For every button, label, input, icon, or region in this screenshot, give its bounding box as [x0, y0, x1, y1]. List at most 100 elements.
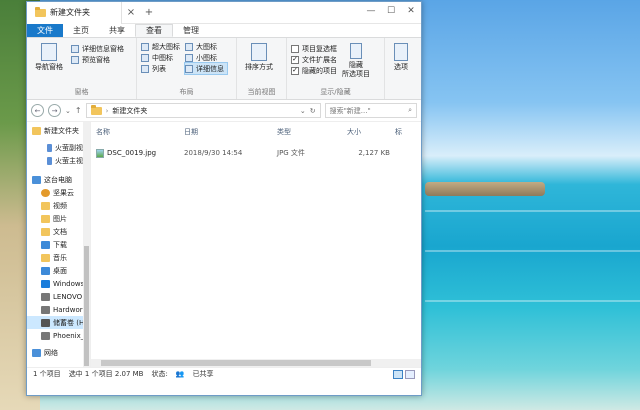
horizontal-scrollbar[interactable]: [91, 359, 421, 367]
item-checkbox-box[interactable]: [291, 44, 299, 53]
new-tab-button[interactable]: +: [140, 7, 158, 18]
file-ext-toggle[interactable]: ✓ 文件扩展名: [291, 54, 337, 65]
preview-pane-button[interactable]: 预览窗格: [71, 54, 124, 65]
water-wave: [425, 250, 640, 252]
close-icon[interactable]: ✕: [401, 2, 421, 20]
file-name-cell[interactable]: DSC_0019.jpg: [91, 148, 179, 158]
horizontal-scrollbar-thumb[interactable]: [101, 360, 371, 366]
window-tab-title: 新建文件夹: [50, 8, 90, 17]
close-tab-button[interactable]: ×: [122, 7, 140, 18]
nav-item-documents[interactable]: 文档: [27, 225, 90, 238]
ribbon: 导航窗格 详细信息窗格 预览窗格 窗格 超大图标 大图标 中图标 小图标 列表 …: [27, 38, 421, 100]
hide-selected-label: 所选项目: [342, 70, 370, 78]
layout-details[interactable]: 详细信息: [184, 62, 228, 75]
nav-item-windows-drive[interactable]: Windows: [27, 277, 90, 290]
nav-item-downloads[interactable]: 下载: [27, 238, 90, 251]
sort-icon: [251, 43, 267, 61]
table-row[interactable]: DSC_0019.jpg 2018/9/30 14:54 JPG 文件 2,12…: [91, 146, 421, 160]
nav-item-label: 下载: [53, 240, 67, 249]
nav-item-new-folder[interactable]: 新建文件夹: [27, 124, 90, 137]
column-type[interactable]: 类型: [272, 127, 342, 137]
details-pane-icon: [71, 44, 79, 53]
nav-item-hardwork-drive[interactable]: Hardwor: [27, 303, 90, 316]
nav-item-phoenix-drive[interactable]: Phoenix_: [27, 329, 90, 342]
nav-item-music[interactable]: 音乐: [27, 251, 90, 264]
layout-small-icons[interactable]: 小图标: [185, 52, 227, 63]
up-arrow-icon[interactable]: ↑: [75, 106, 82, 115]
document-folder-icon: [41, 227, 50, 236]
layout-large-icons[interactable]: 大图标: [185, 41, 227, 52]
hide-icon: [350, 43, 362, 59]
nav-item-desktop[interactable]: 桌面: [27, 264, 90, 277]
layout-item-label: 详细信息: [196, 64, 224, 73]
tab-view[interactable]: 查看: [135, 24, 173, 37]
nav-item-label: 桌面: [53, 266, 67, 275]
nav-scrollbar[interactable]: [83, 122, 90, 367]
file-ext-checkbox[interactable]: ✓: [291, 55, 299, 64]
options-button[interactable]: 选项: [389, 41, 413, 72]
layout-group: 超大图标 大图标 中图标 小图标 列表 详细信息 布局: [137, 38, 237, 99]
file-icon: [47, 143, 52, 152]
tab-file[interactable]: 文件: [27, 24, 63, 37]
column-size[interactable]: 大小: [342, 127, 390, 137]
layout-extra-large-icons[interactable]: 超大图标: [141, 41, 183, 52]
column-headers: 名称 日期 类型 大小 标: [91, 122, 421, 140]
current-view-group: 排序方式 当前视图: [237, 38, 287, 99]
hide-label: 隐藏: [349, 61, 363, 69]
current-view-group-label: 当前视图: [247, 88, 276, 96]
extra-large-icons-icon: [141, 42, 149, 51]
title-bar: 新建文件夹 × + — ☐ ✕: [27, 2, 421, 24]
hidden-items-checkbox[interactable]: ✓: [291, 66, 299, 75]
address-path[interactable]: › 新建文件夹 ⌄ ↻: [85, 103, 321, 118]
search-input[interactable]: 搜索"新建..." ⌕: [324, 103, 417, 118]
details-icon: [185, 64, 193, 73]
minimize-icon[interactable]: —: [361, 2, 381, 20]
nav-item-label: 视频: [53, 201, 67, 210]
address-dropdown-icon[interactable]: ⌄: [300, 107, 306, 115]
file-type: JPG 文件: [277, 149, 305, 157]
tab-manage[interactable]: 管理: [173, 24, 209, 37]
details-pane-label: 详细信息窗格: [82, 44, 124, 53]
column-date[interactable]: 日期: [179, 127, 272, 137]
path-segment[interactable]: 新建文件夹: [112, 106, 147, 116]
layout-list[interactable]: 列表: [141, 63, 183, 74]
tab-share[interactable]: 共享: [99, 24, 135, 37]
nav-item-firefly-sub-video[interactable]: 火萤副视频: [27, 141, 90, 154]
nav-item-network[interactable]: 网络: [27, 346, 90, 359]
tab-home[interactable]: 主页: [63, 24, 99, 37]
window-tab[interactable]: 新建文件夹: [27, 2, 122, 24]
item-checkbox-toggle[interactable]: 项目复选框: [291, 43, 337, 54]
nav-item-pictures[interactable]: 图片: [27, 212, 90, 225]
details-pane-button[interactable]: 详细信息窗格: [71, 43, 124, 54]
panes-group-label: 窗格: [74, 88, 89, 96]
back-arrow-icon[interactable]: ←: [31, 104, 44, 117]
refresh-icon[interactable]: ↻: [310, 107, 316, 115]
selection-info: 选中 1 个项目 2.07 MB: [68, 370, 144, 378]
large-icons-view-icon[interactable]: [405, 369, 415, 379]
nav-item-lenovo-drive[interactable]: LENOVO: [27, 290, 90, 303]
nav-item-label: 坚果云: [53, 188, 74, 197]
file-list: 名称 日期 类型 大小 标 DSC_0019.jpg 2018/9/30 14:…: [91, 122, 421, 367]
recent-locations-chevron-icon[interactable]: ⌄: [65, 107, 71, 115]
nav-item-this-pc[interactable]: 这台电脑: [27, 173, 90, 186]
drive-icon: [41, 292, 50, 301]
search-icon[interactable]: ⌕: [408, 106, 412, 115]
path-chevron-icon: ›: [105, 106, 109, 115]
nav-item-firefly-main-video[interactable]: 火萤主视频: [27, 154, 90, 167]
details-view-icon[interactable]: [393, 369, 403, 379]
hidden-items-toggle[interactable]: ✓ 隐藏的项目: [291, 65, 337, 76]
explorer-body: 新建文件夹 火萤副视频 火萤主视频 这台电脑 坚果云 视频 图片 文档 下载 音…: [27, 122, 421, 367]
layout-medium-icons[interactable]: 中图标: [141, 52, 183, 63]
column-name[interactable]: 名称: [91, 127, 179, 137]
nav-item-videos[interactable]: 视频: [27, 199, 90, 212]
nav-scrollbar-thumb[interactable]: [84, 246, 89, 366]
sort-by-button[interactable]: 排序方式: [241, 41, 277, 72]
nav-item-storage-volume[interactable]: 储蓄卷 (H: [27, 316, 90, 329]
column-tags[interactable]: 标: [390, 127, 410, 137]
show-hide-group-label: 显示/隐藏: [320, 88, 351, 96]
maximize-icon[interactable]: ☐: [381, 2, 401, 20]
nav-item-label: 储蓄卷 (H: [53, 318, 85, 327]
nav-item-jianguoyun[interactable]: 坚果云: [27, 186, 90, 199]
status-label: 状态:: [151, 370, 168, 378]
forward-arrow-icon[interactable]: →: [48, 104, 61, 117]
